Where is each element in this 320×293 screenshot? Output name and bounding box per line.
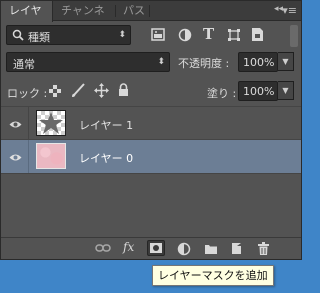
image-filter-icon[interactable]	[151, 28, 165, 41]
opacity-label: 不透明度 :	[178, 57, 230, 70]
fx-icon[interactable]: fx	[123, 240, 134, 254]
adjustment-layer-icon[interactable]	[177, 242, 191, 259]
filter-toggle-switch[interactable]	[290, 25, 298, 47]
smart-object-filter-icon[interactable]	[251, 27, 264, 42]
trash-icon[interactable]	[257, 242, 270, 259]
lock-paint-icon[interactable]	[71, 83, 85, 98]
visibility-divider	[28, 140, 29, 173]
updown-arrow-icon: ⬍	[118, 30, 126, 40]
layer-thumbnail[interactable]	[36, 143, 66, 169]
lock-all-icon[interactable]	[118, 83, 129, 97]
tab-divider	[149, 5, 150, 17]
link-layers-icon[interactable]	[95, 243, 111, 256]
fill-input[interactable]: 100%	[238, 81, 278, 101]
fill-label: 塗り :	[207, 87, 237, 100]
lock-label: ロック :	[7, 87, 48, 100]
lock-position-icon[interactable]	[94, 83, 109, 98]
tab-paths[interactable]: パス	[115, 1, 149, 21]
layer-name[interactable]: レイヤー 0	[79, 150, 133, 166]
shape-filter-icon[interactable]	[227, 28, 241, 42]
panel-bottom-bar: fx	[1, 237, 301, 259]
filter-kind-dropdown[interactable]: 種類 ⬍	[6, 25, 131, 45]
tooltip: レイヤーマスクを追加	[152, 265, 274, 286]
tab-channels[interactable]: チャンネル	[53, 1, 115, 37]
blend-mode-value: 通常	[13, 58, 35, 71]
layer-name[interactable]: レイヤー 1	[79, 117, 133, 133]
adjustment-filter-icon[interactable]	[178, 28, 192, 42]
eye-icon[interactable]	[9, 119, 22, 132]
fill-value: 100%	[243, 85, 275, 98]
type-filter-icon[interactable]: T	[203, 25, 214, 43]
layers-panel: レイヤー チャンネル パス ◂◂ ▾≡ 種類 ⬍ T 通常 ⬍ 不透明度 : 1…	[0, 0, 302, 260]
panel-tab-bar: レイヤー チャンネル パス ◂◂ ▾≡	[1, 1, 301, 37]
updown-arrow-icon: ⬍	[157, 57, 165, 67]
opacity-value: 100%	[243, 56, 275, 69]
tab-layers[interactable]: レイヤー	[1, 1, 53, 37]
fill-slider-button[interactable]: ▼	[278, 81, 294, 100]
opacity-input[interactable]: 100%	[238, 52, 278, 72]
layer-thumbnail[interactable]	[36, 110, 66, 136]
add-mask-icon[interactable]	[147, 240, 165, 256]
filter-kind-label: 種類	[28, 31, 50, 44]
folder-icon[interactable]	[204, 243, 218, 258]
panel-menu-icon[interactable]: ▾≡	[282, 4, 297, 17]
eye-icon[interactable]	[9, 152, 22, 165]
layer-row-selected[interactable]: レイヤー 0	[1, 140, 301, 174]
new-layer-icon[interactable]	[230, 242, 243, 258]
visibility-divider	[28, 107, 29, 140]
layer-row[interactable]: レイヤー 1	[1, 106, 301, 140]
search-icon	[12, 29, 24, 41]
lock-transparent-icon[interactable]	[49, 85, 61, 97]
blend-mode-dropdown[interactable]: 通常 ⬍	[6, 52, 170, 72]
opacity-slider-button[interactable]: ▼	[278, 52, 294, 71]
